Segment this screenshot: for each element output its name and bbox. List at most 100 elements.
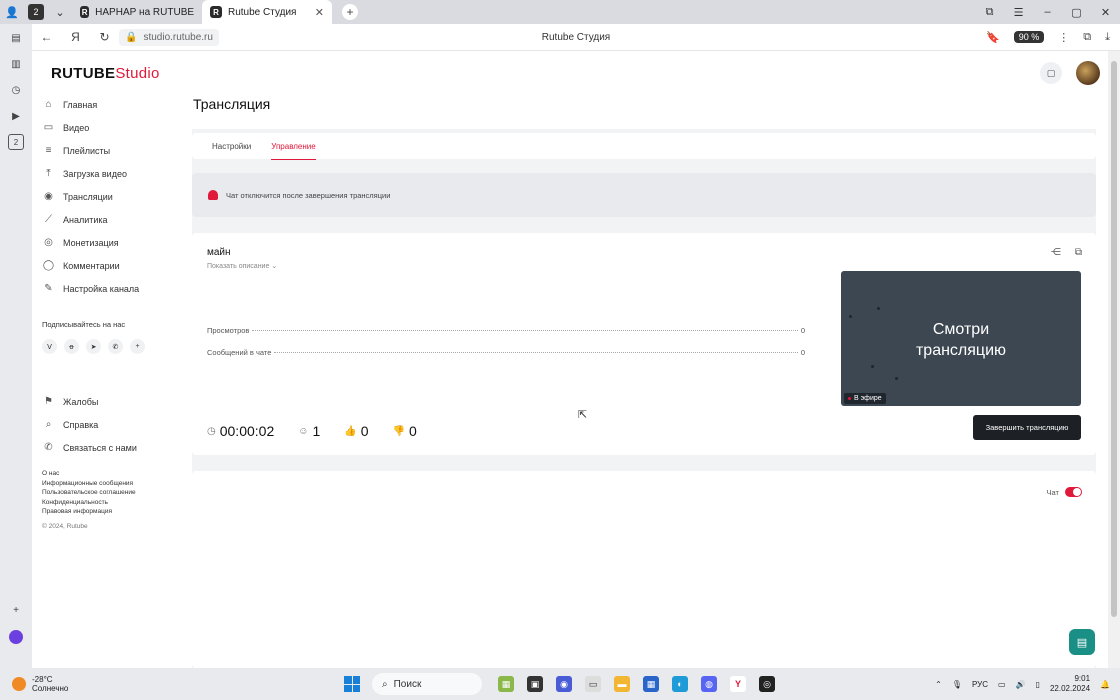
sidebar-add-icon[interactable]: + — [8, 602, 24, 618]
sidebar-history-icon[interactable]: ◷ — [8, 82, 24, 98]
new-tab-button[interactable]: + — [342, 4, 358, 20]
sidebar-item-settings[interactable]: ✎ Настройка канала — [42, 277, 192, 300]
back-icon[interactable]: ← — [32, 30, 61, 44]
footer-link[interactable]: Пользовательское соглашение — [42, 488, 192, 498]
tab-settings[interactable]: Настройки — [212, 142, 251, 151]
browser-tab-narnar[interactable]: R НАРНАР на RUTUBE: 7 вид — [72, 0, 202, 24]
discord-icon[interactable]: ◍ — [701, 676, 717, 692]
weather-widget[interactable]: -28°C Солнечно — [0, 675, 300, 693]
browser-tab-studio[interactable]: R Rutube Студия ✕ — [202, 0, 332, 24]
browser-profile-icon[interactable]: 👤 — [0, 0, 24, 24]
sidebar-item-money[interactable]: ◎ Монетизация — [42, 231, 192, 254]
microphone-icon[interactable]: 🎙 — [952, 680, 962, 689]
url-field[interactable]: 🔒 studio.rutube.ru — [119, 28, 219, 46]
ok-icon[interactable]: ꝋ — [64, 339, 79, 354]
plus-icon[interactable]: + — [130, 339, 145, 354]
widgets-app-icon[interactable]: ▦ — [498, 676, 514, 692]
volume-icon[interactable]: 🔊 — [1016, 680, 1026, 689]
telegram-icon[interactable]: ➤ — [86, 339, 101, 354]
task-view-icon[interactable]: ▣ — [527, 676, 543, 692]
menu-icon[interactable]: ☰ — [1004, 6, 1033, 19]
page-scrollbar[interactable] — [1108, 51, 1120, 668]
sidebar-item-label: Монетизация — [63, 237, 119, 248]
sidebar-item-help[interactable]: ⌕ Справка — [42, 413, 192, 436]
taskbar-search[interactable]: ⌕ Поиск — [372, 673, 482, 695]
sidebar-item-broadcast[interactable]: ◉ Трансляции — [42, 185, 192, 208]
vk-icon[interactable]: ᐯ — [42, 339, 57, 354]
viewers-icon: ☺ — [298, 425, 309, 437]
chat-switch[interactable] — [1065, 487, 1082, 497]
rutube-studio-logo[interactable]: RUTUBEStudio — [51, 65, 160, 82]
downloads-icon[interactable]: ⤓ — [1105, 31, 1110, 44]
preview-dot — [877, 307, 880, 310]
sidebar-item-label: Главная — [63, 99, 98, 110]
show-description-button[interactable]: Показать описание ⌄ — [207, 262, 277, 270]
yandex-icon[interactable]: Я — [61, 30, 90, 44]
sidebar-collections-icon[interactable]: ▤ — [8, 30, 24, 46]
stream-preview[interactable]: Смотри трансляцию В эфире — [841, 271, 1081, 406]
show-description-label: Показать описание — [207, 263, 270, 270]
extensions-icon[interactable]: ⧉ — [1083, 31, 1091, 44]
external-link-icon[interactable]: ⧉ — [1075, 247, 1082, 258]
sidebar-item-contact[interactable]: ✆ Связаться с нами — [42, 436, 192, 459]
stream-name: майн — [207, 247, 231, 258]
chat-app-icon[interactable]: ◉ — [556, 676, 572, 692]
maximize-icon[interactable]: ▢ — [1062, 6, 1091, 19]
notifications-bell-icon[interactable]: 🔔 — [1100, 680, 1110, 689]
sidebar-item-home[interactable]: ⌂ Главная — [42, 93, 192, 116]
tray-chevron-up-icon[interactable]: ⌃ — [935, 680, 942, 689]
yandex-browser-icon[interactable]: Y — [730, 676, 746, 692]
logo-main: RUTUBE — [51, 65, 116, 82]
sidebar-item-comments[interactable]: ◯ Комментарии — [42, 254, 192, 277]
support-chat-button[interactable]: ▤ — [1069, 629, 1095, 655]
lang-indicator[interactable]: РУС — [972, 680, 988, 689]
edge-browser-icon[interactable]: ◐ — [672, 676, 688, 692]
zoom-indicator[interactable]: 90 % — [1013, 31, 1045, 43]
sidebar-item-playlist[interactable]: ≡ Плейлисты — [42, 139, 192, 162]
preview-text-line-1: Смотри — [932, 321, 990, 338]
os-taskbar: -28°C Солнечно ⌕ Поиск ▦ ▣ ◉ ▭ ▬ ▦ ◐ ◍ Y… — [0, 668, 1120, 700]
tab-management[interactable]: Управление — [271, 142, 317, 160]
obs-icon[interactable]: ◎ — [759, 676, 775, 692]
sidebar-item-analytics[interactable]: ⟋ Аналитика — [42, 208, 192, 231]
start-button[interactable] — [344, 676, 360, 692]
sidebar-item-label: Жалобы — [63, 396, 99, 407]
share-icon[interactable]: ⋲ — [1051, 247, 1061, 258]
chat-toggle[interactable]: Чат — [1047, 487, 1082, 497]
sidebar-item-video[interactable]: ▭ Видео — [42, 116, 192, 139]
sidebar-item-upload[interactable]: ⤒ Загрузка видео — [42, 162, 192, 185]
file-explorer-icon[interactable]: ▬ — [614, 676, 630, 692]
dislikes-value: 0 — [408, 423, 417, 439]
store-app-icon[interactable]: ▦ — [643, 676, 659, 692]
clock[interactable]: 9:01 22.02.2024 — [1050, 674, 1090, 694]
footer-link[interactable]: Конфиденциальность — [42, 498, 192, 508]
sidebar-video-icon[interactable]: ▶ — [8, 108, 24, 124]
chevron-down-icon[interactable]: ⌄ — [48, 0, 72, 24]
stream-counters: ◷ 00:00:02 ☺ 1 👍 0 👎 0 — [207, 423, 417, 439]
viber-icon[interactable]: ✆ — [108, 339, 123, 354]
tab-counter-button[interactable]: 2 — [24, 0, 48, 24]
system-tray: ⌃ 🎙 РУС ▭ 🔊 ▯ 9:01 22.02.2024 🔔 — [935, 674, 1120, 694]
sidebar-item-flag[interactable]: ⚑ Жалобы — [42, 390, 192, 413]
minimize-icon[interactable]: – — [1033, 6, 1062, 19]
close-tab-icon[interactable]: ✕ — [315, 6, 324, 19]
end-stream-button[interactable]: Завершить трансляцию — [973, 415, 1081, 440]
sidebar-tabs-icon[interactable]: 2 — [8, 134, 24, 150]
sidebar-notes-icon[interactable]: ▥ — [8, 56, 24, 72]
video-icon: ▭ — [43, 122, 54, 133]
footer-link[interactable]: Информационные сообщения — [42, 479, 192, 489]
bookmark-manager-icon[interactable]: ⧉ — [975, 6, 1004, 19]
more-icon[interactable]: ⋮ — [1058, 31, 1069, 44]
alice-assistant-icon[interactable] — [9, 630, 23, 644]
viewers-value: 1 — [312, 423, 321, 439]
reload-icon[interactable]: ↻ — [90, 30, 119, 44]
battery-icon[interactable]: ▯ — [1036, 680, 1040, 689]
bookmark-icon[interactable]: 🔖 — [986, 31, 1000, 44]
footer-link[interactable]: О нас — [42, 469, 192, 479]
close-window-icon[interactable]: ✕ — [1091, 6, 1120, 19]
scrollbar-thumb[interactable] — [1111, 61, 1117, 617]
document-app-icon[interactable]: ▭ — [585, 676, 601, 692]
network-icon[interactable]: ▭ — [998, 680, 1006, 689]
footer-link[interactable]: Правовая информация — [42, 507, 192, 517]
sidebar-item-label: Комментарии — [63, 260, 120, 271]
